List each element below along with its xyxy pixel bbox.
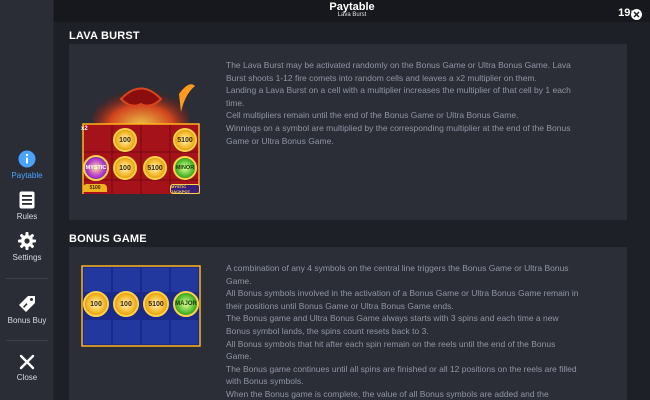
sidebar-item-label: Rules [16,212,38,221]
section-title-bonus-game: BONUS GAME [69,233,147,245]
sidebar-item-settings[interactable]: Settings [0,232,54,262]
close-icon [633,11,640,18]
bonus-game-illustration: 100 100 5100 MAJOR [81,265,201,347]
multiplier-tag: x2 [81,126,88,132]
sidebar-item-label: Bonus Buy [7,316,47,325]
sidebar-item-label: Paytable [11,171,43,180]
bonus-coin: 5100 [143,291,169,317]
lava-burst-illustration: x2 100 5100 MYSTIC 100 5100 MINOR 5100 M… [81,84,201,207]
bonus-coin: 100 [113,156,137,180]
sidebar-item-close[interactable]: Close [0,354,54,382]
sidebar-item-paytable[interactable]: Paytable [0,150,54,180]
paytable-content: LAVA BURST x2 100 5100 MYSTIC 100 5100 M… [54,22,650,400]
description-paragraph: A combination of any 4 symbols on the ce… [226,263,569,286]
section-panel-lava-burst: x2 100 5100 MYSTIC 100 5100 MINOR 5100 M… [69,44,627,220]
close-icon [19,354,35,370]
sidebar-item-label: Settings [12,253,42,262]
description-paragraph: All Bonus symbols that hit after each sp… [226,338,556,362]
header-close-button[interactable] [631,9,642,20]
description-paragraph: Landing a Lava Burst on a cell with a mu… [226,85,571,108]
bonus-coin: 100 [113,291,139,317]
bonus-coin: 5100 [83,184,107,192]
description-paragraph: All Bonus symbols involved in the activa… [226,288,579,311]
bonus-coin: 100 [113,128,137,152]
sidebar: Paytable Rules Settings Bonus Buy Close [0,0,54,400]
lava-burst-description: The Lava Burst may be activated randomly… [226,59,582,147]
minor-coin: MINOR [173,156,197,180]
description-paragraph: Winnings on a symbol are multiplied by t… [226,122,571,146]
bonus-coin: 5100 [143,156,167,180]
description-paragraph: When the Bonus game is complete, the val… [226,388,549,399]
bonus-game-description: A combination of any 4 symbols on the ce… [226,262,582,400]
description-paragraph: The Bonus game continues until all spins… [226,363,577,387]
bonus-coin: 100 [83,291,109,317]
rules-list-icon [19,191,35,209]
description-paragraph: The Bonus game and Ultra Bonus Game alwa… [226,313,559,336]
mystic-jackpot-coin: MYSTIC JACKPOT [170,184,200,194]
sidebar-item-rules[interactable]: Rules [0,191,54,221]
description-paragraph: Cell multipliers remain until the end of… [226,110,519,121]
major-coin: MAJOR [173,291,199,317]
price-tag-icon [19,296,35,312]
header-bar: Paytable Lava Burst 19: [54,0,650,22]
description-paragraph: The Lava Burst may be activated randomly… [226,60,571,83]
bonus-coin: 5100 [173,128,197,152]
sidebar-divider [6,340,48,341]
info-icon [18,150,36,168]
gear-icon [18,232,36,250]
section-panel-bonus-game: 100 100 5100 MAJOR A combination of any … [69,247,627,400]
sidebar-divider [6,278,48,279]
page-subtitle: Lava Burst [337,12,367,18]
sidebar-item-label: Close [16,373,38,382]
mystic-coin: MYSTIC [83,155,109,181]
section-title-lava-burst: LAVA BURST [69,30,140,42]
sidebar-item-bonus-buy[interactable]: Bonus Buy [0,295,54,325]
